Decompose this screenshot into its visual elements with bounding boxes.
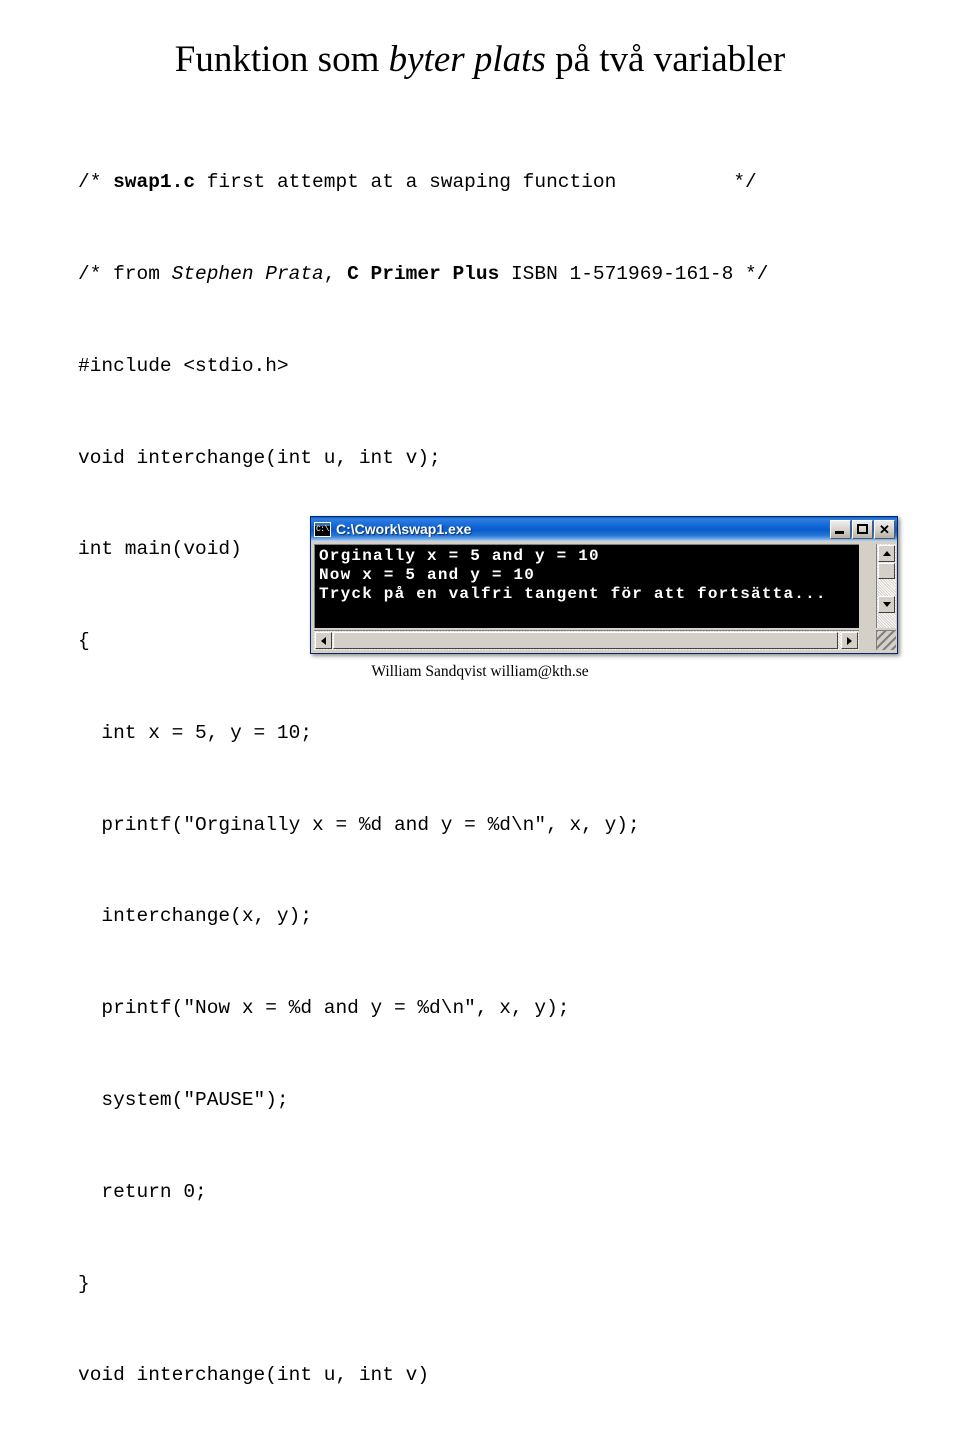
- code-line: }: [78, 1272, 90, 1295]
- console-titlebar[interactable]: C:\ C:\Cwork\swap1.exe ✕: [311, 517, 897, 541]
- code-segment: first attempt at a swaping function */: [195, 171, 757, 194]
- code-line: printf("Now x = %d and y = %d\n", x, y);: [78, 997, 570, 1020]
- console-title: C:\Cwork\swap1.exe: [336, 521, 472, 537]
- console-output-area: Orginally x = 5 and y = 10 Now x = 5 and…: [314, 544, 859, 628]
- code-line: /* from Stephen Prata, C Primer Plus ISB…: [78, 259, 958, 290]
- code-line: printf("Orginally x = %d and y = %d\n", …: [78, 813, 640, 836]
- console-output-line: Orginally x = 5 and y = 10: [319, 547, 600, 565]
- chevron-down-icon: [882, 602, 891, 607]
- code-segment-italic: Stephen Prata: [171, 262, 324, 285]
- vertical-scrollbar-thumb[interactable]: [878, 563, 895, 579]
- code-segment: /* from: [78, 262, 172, 285]
- console-output-line: Now x = 5 and y = 10: [319, 566, 536, 584]
- code-segment: /*: [78, 171, 114, 194]
- code-segment: ,: [323, 262, 348, 285]
- code-line: interchange(x, y);: [78, 905, 313, 928]
- console-output-line: Tryck på en valfri tangent för att forts…: [319, 585, 827, 603]
- minimize-button[interactable]: [830, 519, 851, 539]
- vertical-scrollbar[interactable]: [876, 544, 896, 628]
- console-window[interactable]: C:\ C:\Cwork\swap1.exe ✕ Orginally x = 5…: [310, 516, 898, 654]
- code-line: system("PAUSE");: [78, 1089, 289, 1111]
- chevron-right-icon: [847, 636, 852, 645]
- code-segment-bold: C Primer Plus: [347, 262, 500, 285]
- scroll-up-button[interactable]: [878, 545, 895, 562]
- maximize-icon: [857, 523, 868, 534]
- code-line: void interchange(int u, int v);: [78, 446, 441, 469]
- code-line: #include <stdio.h>: [78, 354, 289, 377]
- close-button[interactable]: ✕: [874, 519, 895, 539]
- command-prompt-icon-label: C:\: [316, 524, 329, 534]
- minimize-icon: [835, 530, 844, 534]
- code-line: return 0;: [78, 1180, 207, 1203]
- resize-grip[interactable]: [876, 630, 896, 650]
- chevron-up-icon: [882, 551, 891, 556]
- horizontal-scrollbar-thumb[interactable]: [333, 632, 838, 649]
- code-segment: ISBN 1-571969-161-8 */: [499, 262, 769, 285]
- code-line: /* swap1.c first attempt at a swaping fu…: [78, 167, 958, 198]
- page-title-emphasis: byter plats: [388, 39, 546, 80]
- command-prompt-icon: C:\: [314, 521, 331, 537]
- scroll-down-button[interactable]: [878, 596, 895, 613]
- code-line: int x = 5, y = 10;: [78, 721, 313, 744]
- horizontal-scrollbar[interactable]: [314, 630, 859, 650]
- console-body: Orginally x = 5 and y = 10 Now x = 5 and…: [314, 544, 896, 652]
- page-title-part1: Funktion som: [174, 39, 389, 80]
- chevron-left-icon: [321, 636, 326, 645]
- code-segment-bold: swap1.c: [113, 171, 196, 194]
- page-title: Funktion som byter plats på två variable…: [0, 38, 960, 82]
- footer-credit: William Sandqvist william@kth.se: [371, 663, 589, 680]
- maximize-button[interactable]: [852, 519, 873, 539]
- scroll-left-button[interactable]: [315, 632, 332, 649]
- code-line: void interchange(int u, int v): [78, 1364, 430, 1387]
- page-title-part2: på två variabler: [545, 39, 786, 80]
- scroll-right-button[interactable]: [841, 632, 858, 649]
- code-listing: /* swap1.c first attempt at a swaping fu…: [78, 106, 958, 1440]
- close-icon: ✕: [879, 521, 890, 537]
